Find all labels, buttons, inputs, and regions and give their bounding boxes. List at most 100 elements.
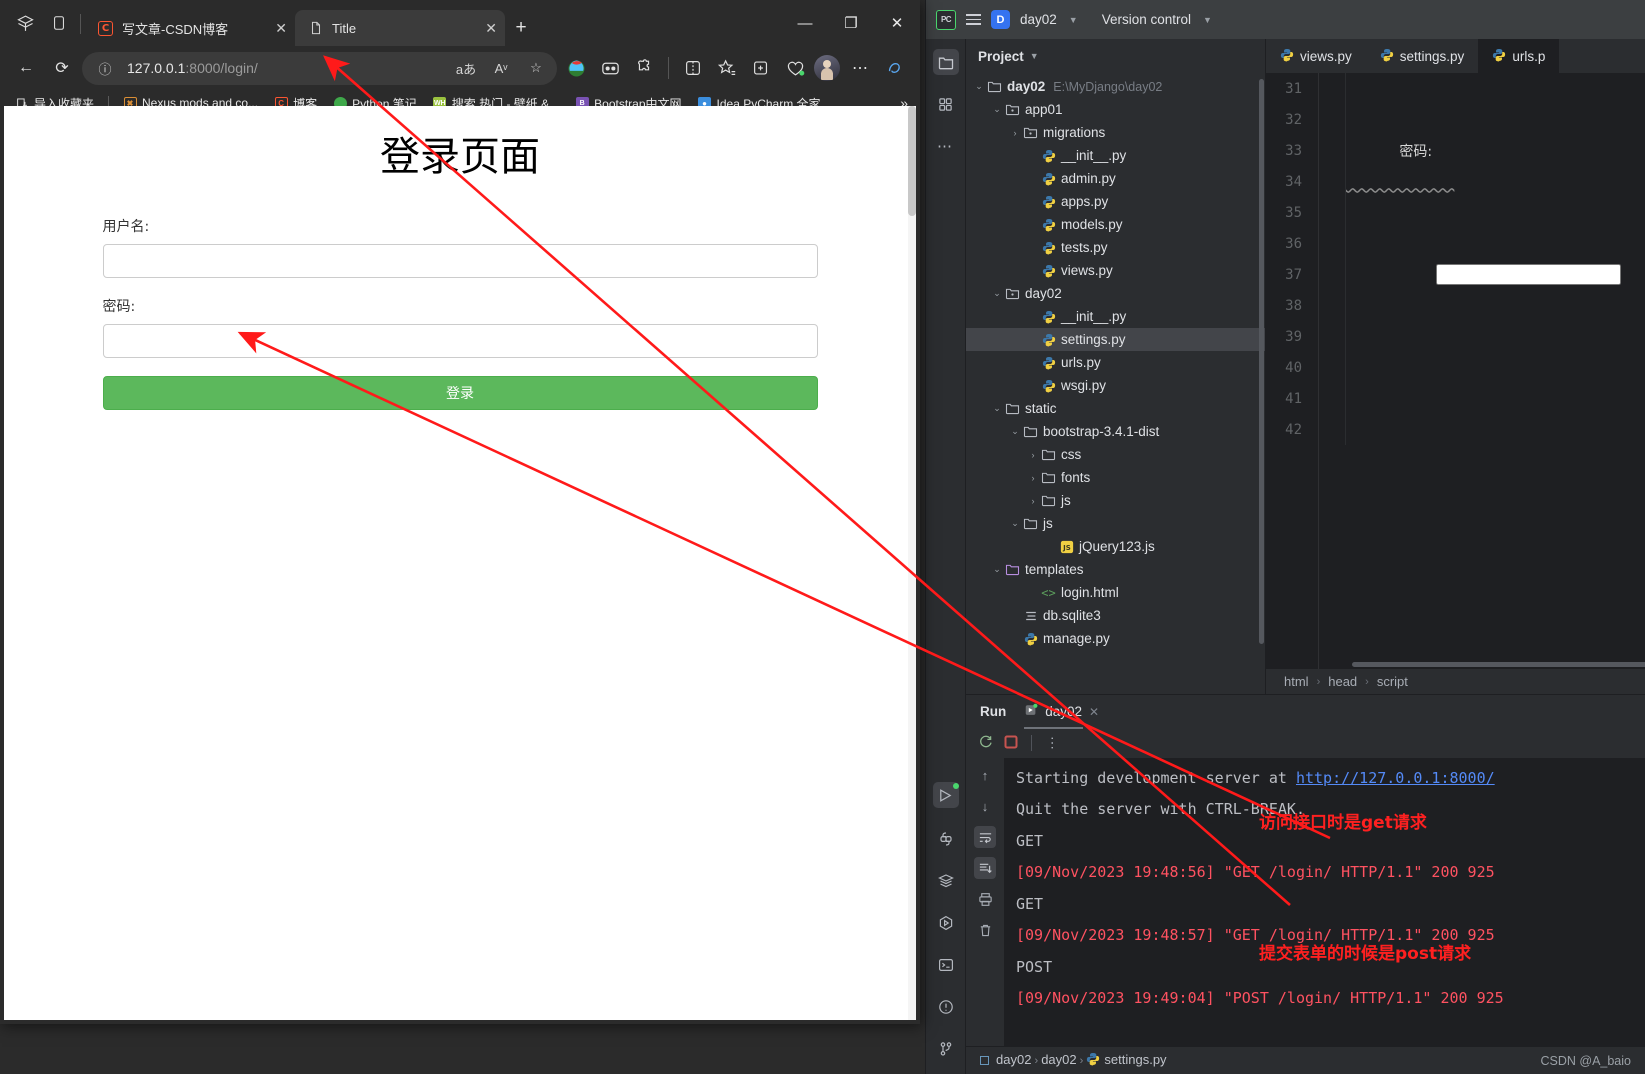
chevron-down-icon[interactable]: ⌄ bbox=[990, 403, 1004, 414]
code-line[interactable]: 40 bbox=[1266, 352, 1645, 383]
scroll-to-end-icon[interactable] bbox=[974, 857, 996, 879]
page-scrollbar-thumb[interactable] bbox=[908, 106, 916, 216]
immersive-reader-icon[interactable]: Aᵛ bbox=[488, 55, 514, 81]
browser-tab[interactable]: Title ✕ bbox=[295, 10, 505, 46]
browser-essentials-icon[interactable] bbox=[780, 53, 810, 83]
project-pane-header[interactable]: Project ▼ bbox=[966, 39, 1265, 73]
browser-tab[interactable]: C 写文章-CSDN博客 ✕ bbox=[85, 10, 295, 46]
code-line[interactable]: 33 密码: bbox=[1266, 135, 1645, 166]
editor-tab[interactable]: views.py bbox=[1266, 39, 1366, 73]
version-control-label[interactable]: Version control bbox=[1102, 12, 1191, 27]
code-line[interactable]: 42 bbox=[1266, 414, 1645, 445]
code-editor[interactable]: 31 32 33 密码: 34 35 36 37 38 39 40 41 42 bbox=[1266, 73, 1645, 669]
page-scrollbar[interactable] bbox=[908, 106, 916, 1020]
close-button[interactable]: ✕ bbox=[874, 3, 920, 43]
main-menu-icon[interactable] bbox=[966, 14, 981, 25]
tree-node[interactable]: __init__.py bbox=[966, 305, 1265, 328]
run-configuration-tab[interactable]: day02 ✕ bbox=[1024, 703, 1099, 729]
tree-node[interactable]: › fonts bbox=[966, 466, 1265, 489]
profiler-icon[interactable] bbox=[933, 910, 959, 936]
clear-all-icon[interactable] bbox=[974, 919, 996, 941]
split-screen-icon[interactable] bbox=[595, 53, 625, 83]
commit-icon[interactable] bbox=[933, 91, 959, 117]
tab-actions-icon[interactable] bbox=[8, 3, 42, 43]
code-line[interactable]: 41 bbox=[1266, 383, 1645, 414]
site-info-icon[interactable]: ⓘ bbox=[92, 55, 118, 81]
tree-node[interactable]: ⌄ app01 bbox=[966, 98, 1265, 121]
address-bar[interactable]: ⓘ 127.0.0.1:8000/login/ aあ Aᵛ ☆ bbox=[82, 51, 557, 85]
print-icon[interactable] bbox=[974, 888, 996, 910]
tree-node[interactable]: models.py bbox=[966, 213, 1265, 236]
chevron-down-icon[interactable]: ▼ bbox=[1069, 15, 1078, 25]
tree-node[interactable]: tests.py bbox=[966, 236, 1265, 259]
code-line[interactable]: 39 bbox=[1266, 321, 1645, 352]
run-icon[interactable] bbox=[932, 782, 959, 808]
tree-node[interactable]: manage.py bbox=[966, 627, 1265, 650]
python-console-icon[interactable] bbox=[933, 826, 959, 852]
editor-breadcrumb[interactable]: html › head › script bbox=[1266, 669, 1645, 694]
breadcrumb-item[interactable]: html bbox=[1284, 674, 1309, 689]
chevron-right-icon[interactable]: › bbox=[1026, 473, 1040, 483]
project-tree[interactable]: ⌄ day02 E:\MyDjango\day02 ⌄ app01 › migrations… bbox=[966, 73, 1265, 694]
more-tools-icon[interactable]: ⋯ bbox=[933, 133, 959, 159]
tree-node[interactable]: apps.py bbox=[966, 190, 1265, 213]
tab-close-icon[interactable]: ✕ bbox=[275, 20, 287, 37]
close-icon[interactable]: ✕ bbox=[1089, 705, 1099, 719]
tree-node[interactable]: › css bbox=[966, 443, 1265, 466]
tree-node[interactable]: wsgi.py bbox=[966, 374, 1265, 397]
editor-tab-bar[interactable]: views.py settings.py urls.p bbox=[1266, 39, 1645, 73]
tree-node[interactable]: › migrations bbox=[966, 121, 1265, 144]
project-icon[interactable] bbox=[932, 49, 959, 75]
chevron-right-icon[interactable]: › bbox=[1008, 128, 1022, 138]
more-settings-button[interactable]: ⋯ bbox=[844, 52, 876, 84]
run-console-output[interactable]: Starting development server at http://12… bbox=[1004, 758, 1645, 1046]
login-submit-button[interactable]: 登录 bbox=[102, 376, 818, 410]
chevron-down-icon[interactable]: ⌄ bbox=[990, 564, 1004, 575]
back-button[interactable]: ← bbox=[10, 52, 42, 84]
tree-node[interactable]: ⌄ js bbox=[966, 512, 1265, 535]
chevron-down-icon-2[interactable]: ▼ bbox=[1203, 15, 1212, 25]
services-icon[interactable] bbox=[933, 868, 959, 894]
username-input[interactable] bbox=[102, 244, 818, 278]
rerun-icon[interactable] bbox=[978, 734, 994, 753]
code-line[interactable]: 35 bbox=[1266, 197, 1645, 228]
breadcrumb-item[interactable]: script bbox=[1377, 674, 1408, 689]
maximize-button[interactable]: ❐ bbox=[828, 3, 874, 43]
tree-node[interactable]: views.py bbox=[966, 259, 1265, 282]
tree-node[interactable]: ⌄ bootstrap-3.4.1-dist bbox=[966, 420, 1265, 443]
copilot-sidebar-icon[interactable] bbox=[880, 53, 910, 83]
chevron-down-icon[interactable]: ⌄ bbox=[990, 104, 1004, 115]
git-icon[interactable] bbox=[933, 1036, 959, 1062]
password-input[interactable] bbox=[102, 324, 818, 358]
tree-node[interactable]: settings.py bbox=[966, 328, 1265, 351]
copilot-icon[interactable] bbox=[561, 53, 591, 83]
minimize-button[interactable]: — bbox=[782, 3, 828, 43]
breadcrumb-item[interactable]: head bbox=[1328, 674, 1357, 689]
read-aloud-icon[interactable]: aあ bbox=[453, 55, 479, 81]
split-tab-icon[interactable] bbox=[678, 53, 708, 83]
problems-icon[interactable] bbox=[933, 994, 959, 1020]
editor-tab[interactable]: urls.p bbox=[1478, 39, 1560, 73]
chevron-down-icon[interactable]: ⌄ bbox=[1008, 426, 1022, 437]
code-line[interactable]: 36 bbox=[1266, 228, 1645, 259]
tab-list-icon[interactable] bbox=[42, 3, 76, 43]
more-icon[interactable]: ⋯ bbox=[1045, 736, 1061, 750]
project-tree-scrollbar[interactable] bbox=[1259, 79, 1264, 644]
console-link[interactable]: http://127.0.0.1:8000/ bbox=[1296, 769, 1495, 787]
status-breadcrumb-item[interactable]: day02 bbox=[1041, 1052, 1076, 1067]
favorites-icon[interactable] bbox=[712, 53, 742, 83]
chevron-down-icon[interactable]: ⌄ bbox=[1008, 518, 1022, 529]
terminal-icon[interactable] bbox=[933, 952, 959, 978]
tree-node[interactable]: JS jQuery123.js bbox=[966, 535, 1265, 558]
extensions-icon[interactable] bbox=[629, 53, 659, 83]
code-line[interactable]: 31 bbox=[1266, 73, 1645, 104]
editor-tab[interactable]: settings.py bbox=[1366, 39, 1479, 73]
url-text[interactable]: 127.0.0.1:8000/login/ bbox=[127, 60, 444, 76]
tree-node[interactable]: <> login.html bbox=[966, 581, 1265, 604]
status-breadcrumbs[interactable]: day02 › day02 › settings.py bbox=[996, 1052, 1167, 1069]
code-line[interactable]: 32 bbox=[1266, 104, 1645, 135]
status-breadcrumb-item[interactable]: settings.py bbox=[1104, 1052, 1166, 1067]
tree-node[interactable]: admin.py bbox=[966, 167, 1265, 190]
reload-button[interactable]: ⟳ bbox=[46, 52, 78, 84]
tree-node[interactable]: ⌄ day02 E:\MyDjango\day02 bbox=[966, 75, 1265, 98]
